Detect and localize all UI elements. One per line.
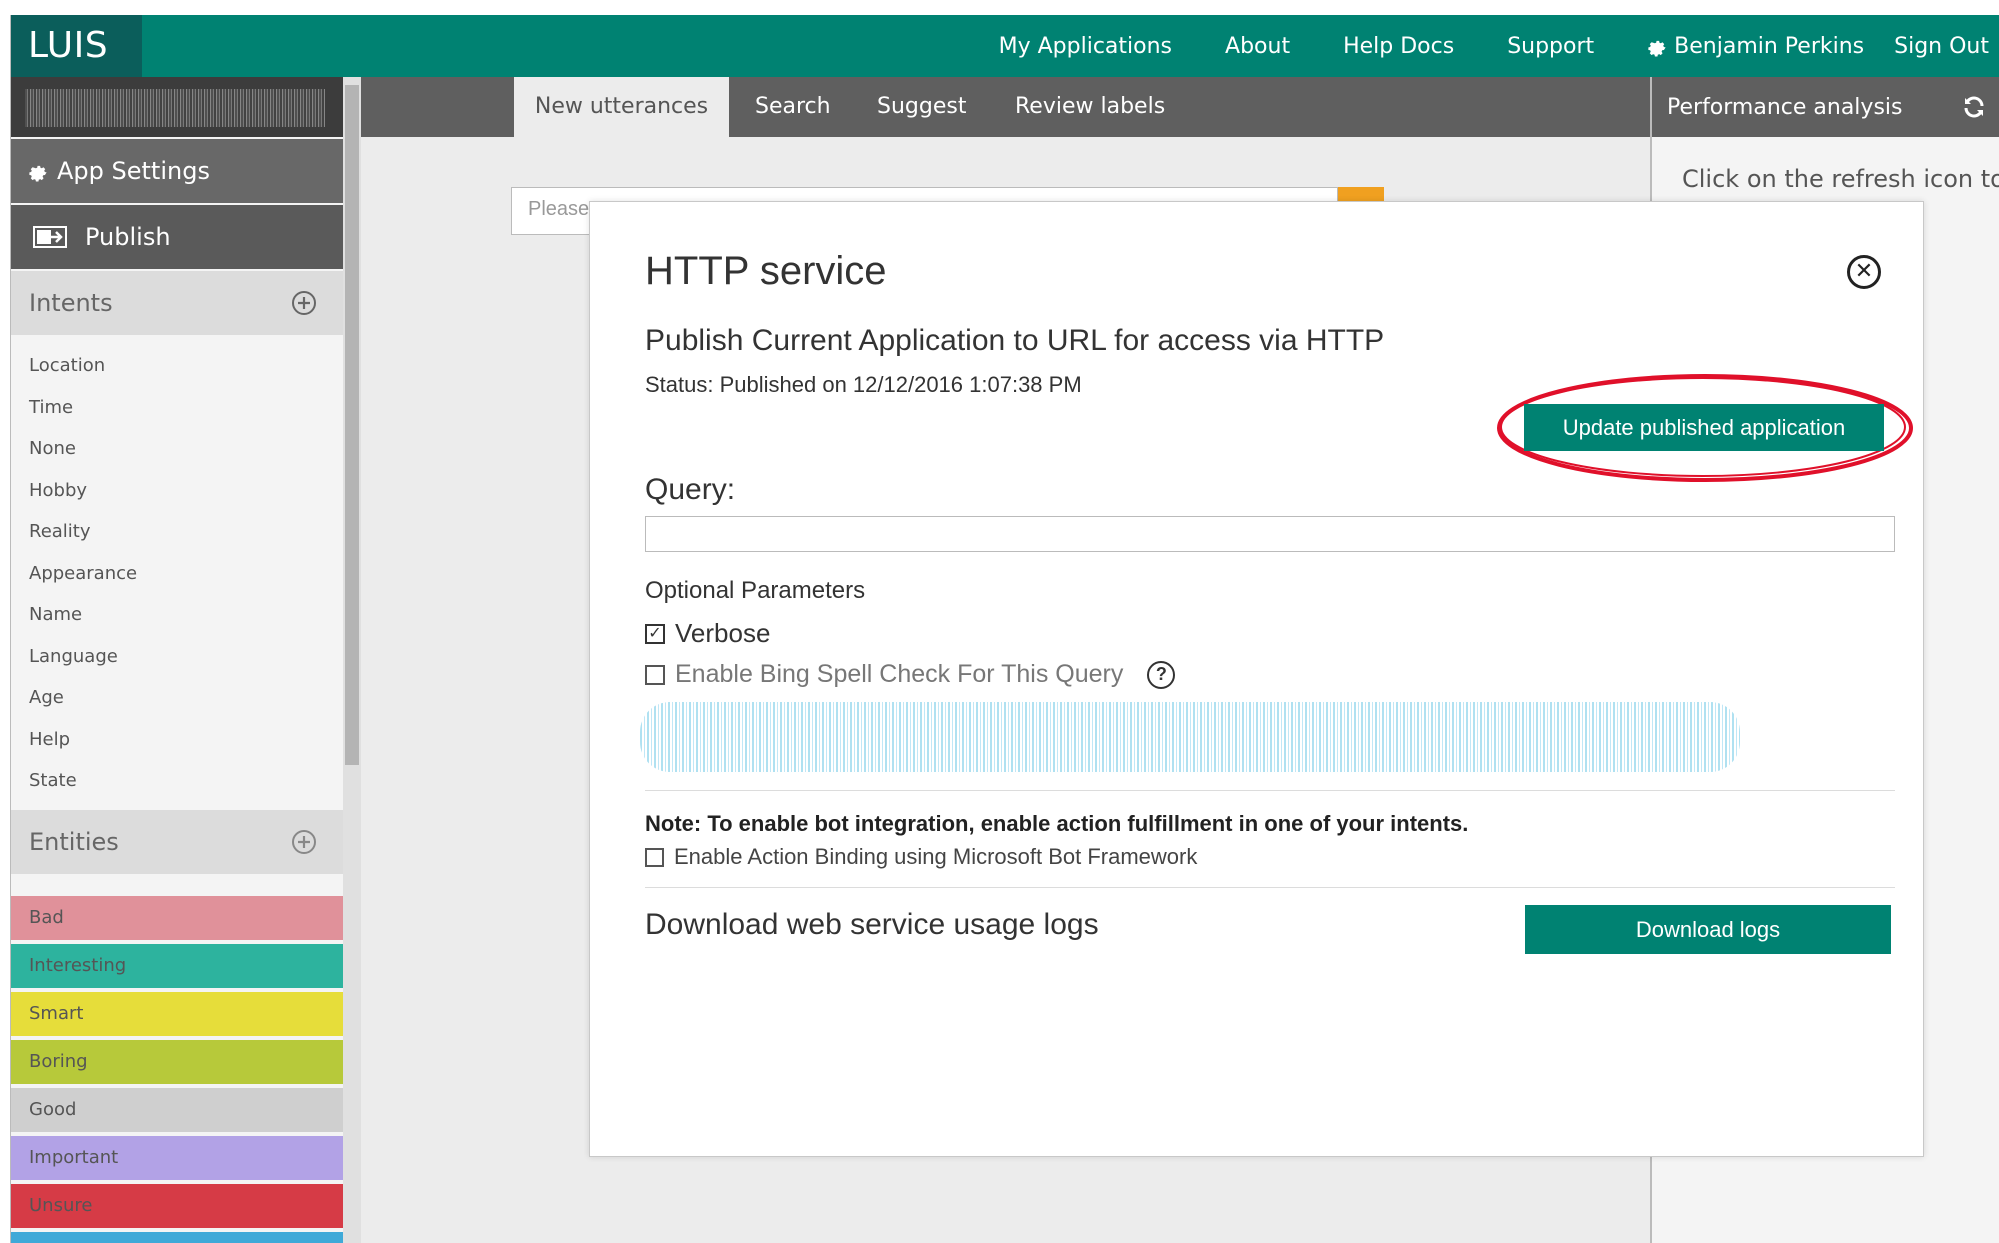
entities-header: Entities: [11, 809, 343, 874]
tab-suggest[interactable]: Suggest: [877, 77, 966, 137]
entity-item[interactable]: Boring: [11, 1039, 343, 1084]
intent-item[interactable]: Language: [11, 636, 343, 678]
app-settings-button[interactable]: App Settings: [11, 139, 343, 203]
bing-spell-check-label: Enable Bing Spell Check For This Query: [675, 660, 1124, 688]
http-service-dialog: HTTP service ✕ Publish Current Applicati…: [589, 201, 1924, 1157]
intent-item[interactable]: Name: [11, 594, 343, 636]
intents-header: Intents: [11, 271, 343, 335]
nav-support[interactable]: Support: [1507, 34, 1594, 59]
close-dialog-button[interactable]: ✕: [1847, 255, 1881, 289]
entity-item[interactable]: Bad: [11, 895, 343, 940]
verbose-option[interactable]: ✓ Verbose: [645, 618, 770, 649]
performance-title: Performance analysis: [1667, 94, 1903, 120]
sidebar-scrollbar-thumb[interactable]: [345, 85, 359, 765]
entity-item[interactable]: Smart: [11, 991, 343, 1036]
nav-help-docs[interactable]: Help Docs: [1343, 34, 1454, 59]
bing-spell-check-option[interactable]: Enable Bing Spell Check For This Query ?: [645, 660, 1176, 689]
query-input[interactable]: [645, 516, 1895, 552]
entity-item[interactable]: [11, 1231, 343, 1243]
action-binding-checkbox[interactable]: [645, 847, 664, 867]
close-icon: ✕: [1854, 259, 1874, 284]
intent-list: Location Time None Hobby Reality Appeara…: [11, 335, 343, 802]
divider: [645, 887, 1895, 888]
performance-header: Performance analysis: [1652, 77, 1999, 137]
intent-item[interactable]: Hobby: [11, 470, 343, 512]
tab-new-utterances[interactable]: New utterances: [514, 77, 729, 137]
intents-title: Intents: [29, 289, 113, 317]
gear-icon: [29, 165, 47, 182]
intent-item[interactable]: Time: [11, 387, 343, 429]
add-entity-icon[interactable]: [291, 829, 317, 855]
top-nav: My Applications About Help Docs Support …: [999, 15, 1999, 77]
sidebar: App Settings Publish Intents Location Ti…: [11, 77, 343, 1243]
download-logs-button[interactable]: Download logs: [1525, 905, 1891, 954]
divider: [645, 790, 1895, 791]
nav-sign-out[interactable]: Sign Out: [1894, 34, 1989, 59]
intent-item[interactable]: Help: [11, 719, 343, 761]
intent-item[interactable]: Age: [11, 677, 343, 719]
intent-item[interactable]: Reality: [11, 511, 343, 553]
bing-spell-check-checkbox[interactable]: [645, 664, 665, 685]
optional-parameters-label: Optional Parameters: [645, 577, 866, 604]
publish-label: Publish: [85, 223, 171, 251]
user-name: Benjamin Perkins: [1674, 33, 1865, 59]
verbose-checkbox[interactable]: ✓: [645, 623, 665, 644]
performance-hint: Click on the refresh icon to: [1682, 165, 1999, 193]
publish-icon: [33, 226, 67, 248]
luis-logo[interactable]: LUIS: [11, 15, 142, 77]
intent-item[interactable]: State: [11, 760, 343, 802]
download-logs-label: Download web service usage logs: [645, 908, 1099, 941]
action-binding-option[interactable]: Enable Action Binding using Microsoft Bo…: [645, 844, 1197, 870]
publish-status: Status: Published on 12/12/2016 1:07:38 …: [645, 372, 1082, 397]
update-published-application-button[interactable]: Update published application: [1524, 404, 1884, 451]
tab-review-labels[interactable]: Review labels: [1015, 77, 1165, 137]
bot-integration-note: Note: To enable bot integration, enable …: [645, 811, 1469, 836]
verbose-label: Verbose: [675, 618, 771, 648]
nav-my-applications[interactable]: My Applications: [999, 34, 1172, 59]
nav-user-menu[interactable]: Benjamin Perkins: [1646, 34, 1864, 59]
publish-button[interactable]: Publish: [11, 205, 343, 269]
top-bar: LUIS My Applications About Help Docs Sup…: [11, 15, 1999, 77]
add-intent-icon[interactable]: [291, 290, 317, 316]
main-tab-bar: New utterances Search Suggest Review lab…: [361, 77, 1650, 137]
help-icon[interactable]: ?: [1147, 660, 1176, 689]
intent-item[interactable]: None: [11, 428, 343, 470]
dialog-subtitle: Publish Current Application to URL for a…: [645, 324, 1385, 357]
intent-item[interactable]: Location: [11, 345, 343, 387]
entity-item[interactable]: Interesting: [11, 943, 343, 988]
refresh-icon[interactable]: [1962, 95, 1986, 119]
app-settings-label: App Settings: [57, 157, 210, 185]
query-label: Query:: [645, 473, 736, 506]
entity-item[interactable]: Important: [11, 1135, 343, 1180]
app-name-redacted: [11, 77, 343, 137]
entity-item[interactable]: Unsure: [11, 1183, 343, 1228]
entity-item[interactable]: Good: [11, 1087, 343, 1132]
nav-about[interactable]: About: [1225, 34, 1290, 59]
entity-list: Bad Interesting Smart Boring Good Import…: [11, 874, 343, 1243]
intent-item[interactable]: Appearance: [11, 553, 343, 595]
entities-title: Entities: [29, 827, 119, 856]
endpoint-url-redacted: [640, 702, 1740, 772]
action-binding-label: Enable Action Binding using Microsoft Bo…: [674, 844, 1198, 869]
dialog-title: HTTP service: [645, 249, 887, 293]
tab-search[interactable]: Search: [755, 77, 831, 137]
gear-icon: [1648, 40, 1666, 57]
